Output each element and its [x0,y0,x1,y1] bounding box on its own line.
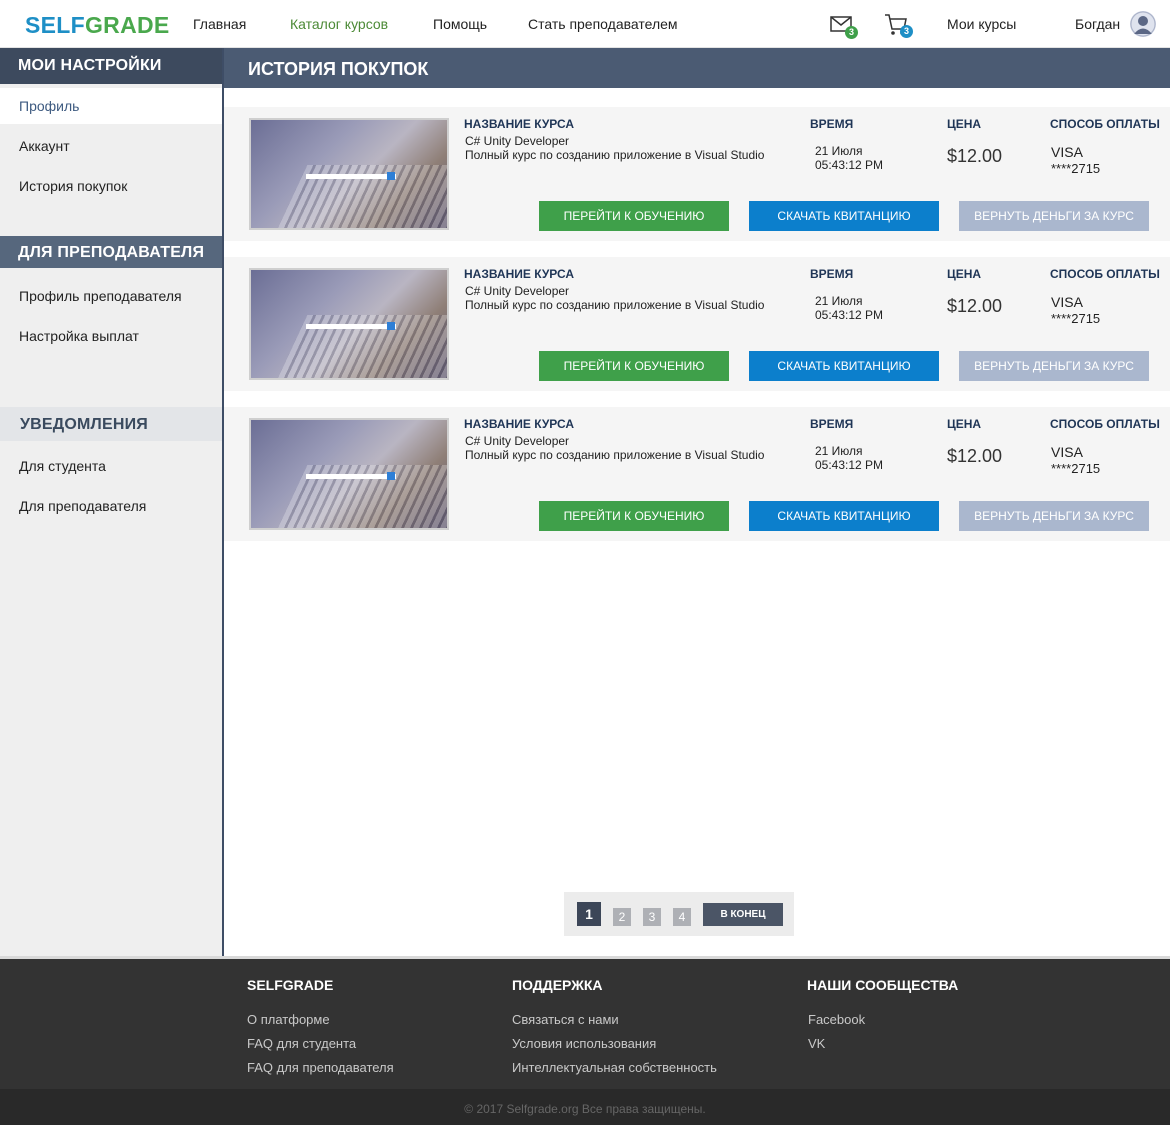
footer-col2-title: Поддержка [512,977,603,993]
page-2[interactable]: 2 [613,908,631,926]
cart-count-badge: 3 [900,25,913,38]
footer-link-facebook[interactable]: Facebook [808,1012,865,1027]
logo-part-1: SELF [25,12,85,38]
refund-button[interactable]: Вернуть деньги за курс [959,501,1149,531]
course-thumbnail[interactable] [249,118,449,230]
mail-count-badge: 3 [845,26,858,39]
purchase-time: 05:43:12 PM [815,308,884,322]
purchase-date: 21 Июля [815,294,863,308]
my-courses-link[interactable]: Мои курсы [947,16,1016,32]
nav-help[interactable]: Помощь [433,16,487,32]
sidebar-item-purchase-history[interactable]: История покупок [0,168,222,204]
nav-home[interactable]: Главная [193,16,246,32]
card-number: ****2715 [1051,311,1101,326]
sidebar-section-notifications: Уведомления [0,407,222,441]
download-receipt-button[interactable]: Скачать квитанцию [749,501,939,531]
cart-icon[interactable]: 3 [884,12,913,38]
header-time: Время [810,267,854,281]
header-course-name: Название курса [464,267,575,281]
top-header: SELFGRADE Главная Каталог курсов Помощь … [0,0,1170,48]
footer-link-faq-teacher[interactable]: FAQ для преподавателя [247,1060,394,1075]
header-time: Время [810,117,854,131]
page-3[interactable]: 3 [643,908,661,926]
download-receipt-button[interactable]: Скачать квитанцию [749,351,939,381]
site-logo[interactable]: SELFGRADE [25,12,170,39]
settings-sidebar: Мои настройки Профиль Аккаунт История по… [0,48,224,957]
user-name[interactable]: Богдан [1075,16,1120,32]
footer-link-contact[interactable]: Связаться с нами [512,1012,619,1027]
user-avatar-icon[interactable] [1130,11,1156,37]
logo-part-2: GRADE [84,12,170,38]
course-name: C# Unity Developer [465,284,570,298]
sidebar-item-notify-student[interactable]: Для студента [0,448,222,484]
course-thumbnail[interactable] [249,268,449,380]
go-to-course-button[interactable]: Перейти к обучению [539,501,729,531]
purchase-date: 21 Июля [815,144,863,158]
card-number: ****2715 [1051,461,1101,476]
course-description: Полный курс по созданию приложение в Vis… [465,148,765,162]
footer-col1-title: SELFGRADE [247,977,334,993]
page-title: История покупок [224,48,1170,88]
course-description: Полный курс по созданию приложение в Vis… [465,298,765,312]
page-current[interactable]: 1 [577,902,601,926]
purchase-time: 05:43:12 PM [815,458,884,472]
sidebar-item-payout-settings[interactable]: Настройка выплат [0,318,222,354]
header-price: Цена [947,267,982,281]
sidebar-item-profile[interactable]: Профиль [0,88,222,124]
sidebar-item-notify-teacher[interactable]: Для преподавателя [0,488,222,524]
header-price: Цена [947,417,982,431]
refund-button[interactable]: Вернуть деньги за курс [959,351,1149,381]
download-receipt-button[interactable]: Скачать квитанцию [749,201,939,231]
purchase-price: $12.00 [947,446,1003,466]
course-name: C# Unity Developer [465,434,570,448]
card-type: VISA [1051,294,1083,310]
course-description: Полный курс по созданию приложение в Vis… [465,448,765,462]
footer-col3-title: Наши сообщества [807,977,959,993]
card-type: VISA [1051,144,1083,160]
header-course-name: Название курса [464,417,575,431]
course-name: C# Unity Developer [465,134,570,148]
footer-link-faq-student[interactable]: FAQ для студента [247,1036,356,1051]
purchase-price: $12.00 [947,146,1003,166]
header-time: Время [810,417,854,431]
go-to-course-button[interactable]: Перейти к обучению [539,201,729,231]
purchase-price: $12.00 [947,296,1003,316]
footer-link-terms[interactable]: Условия использования [512,1036,656,1051]
header-payment: Способ оплаты [1050,417,1160,431]
nav-become-teacher[interactable]: Стать преподавателем [528,16,678,32]
mail-icon[interactable]: 3 [830,12,858,39]
page-last-button[interactable]: В конец [703,903,783,926]
header-payment: Способ оплаты [1050,267,1160,281]
pagination: 1 2 3 4 В конец [564,892,794,936]
header-payment: Способ оплаты [1050,117,1160,131]
header-price: Цена [947,117,982,131]
card-number: ****2715 [1051,161,1101,176]
purchase-card: Название курса C# Unity Developer Полный… [224,257,1170,391]
header-course-name: Название курса [464,117,575,131]
sidebar-section-settings: Мои настройки [0,48,222,84]
nav-catalog[interactable]: Каталог курсов [290,16,388,32]
sidebar-item-teacher-profile[interactable]: Профиль преподавателя [0,278,222,314]
sidebar-item-account[interactable]: Аккаунт [0,128,222,164]
purchase-card: Название курса C# Unity Developer Полный… [224,407,1170,541]
site-footer: SELFGRADE О платформе FAQ для студента F… [0,956,1170,1089]
footer-link-vk[interactable]: VK [808,1036,825,1051]
copyright: © 2017 Selfgrade.org Все права защищены. [0,1089,1170,1125]
page-4[interactable]: 4 [673,908,691,926]
go-to-course-button[interactable]: Перейти к обучению [539,351,729,381]
sidebar-section-teacher: Для преподавателя [0,236,222,268]
purchase-time: 05:43:12 PM [815,158,884,172]
card-type: VISA [1051,444,1083,460]
purchase-date: 21 Июля [815,444,863,458]
footer-link-ip[interactable]: Интеллектуальная собственность [512,1060,717,1075]
course-thumbnail[interactable] [249,418,449,530]
purchase-card: Название курса C# Unity Developer Полный… [224,107,1170,241]
footer-link-about[interactable]: О платформе [247,1012,330,1027]
refund-button[interactable]: Вернуть деньги за курс [959,201,1149,231]
